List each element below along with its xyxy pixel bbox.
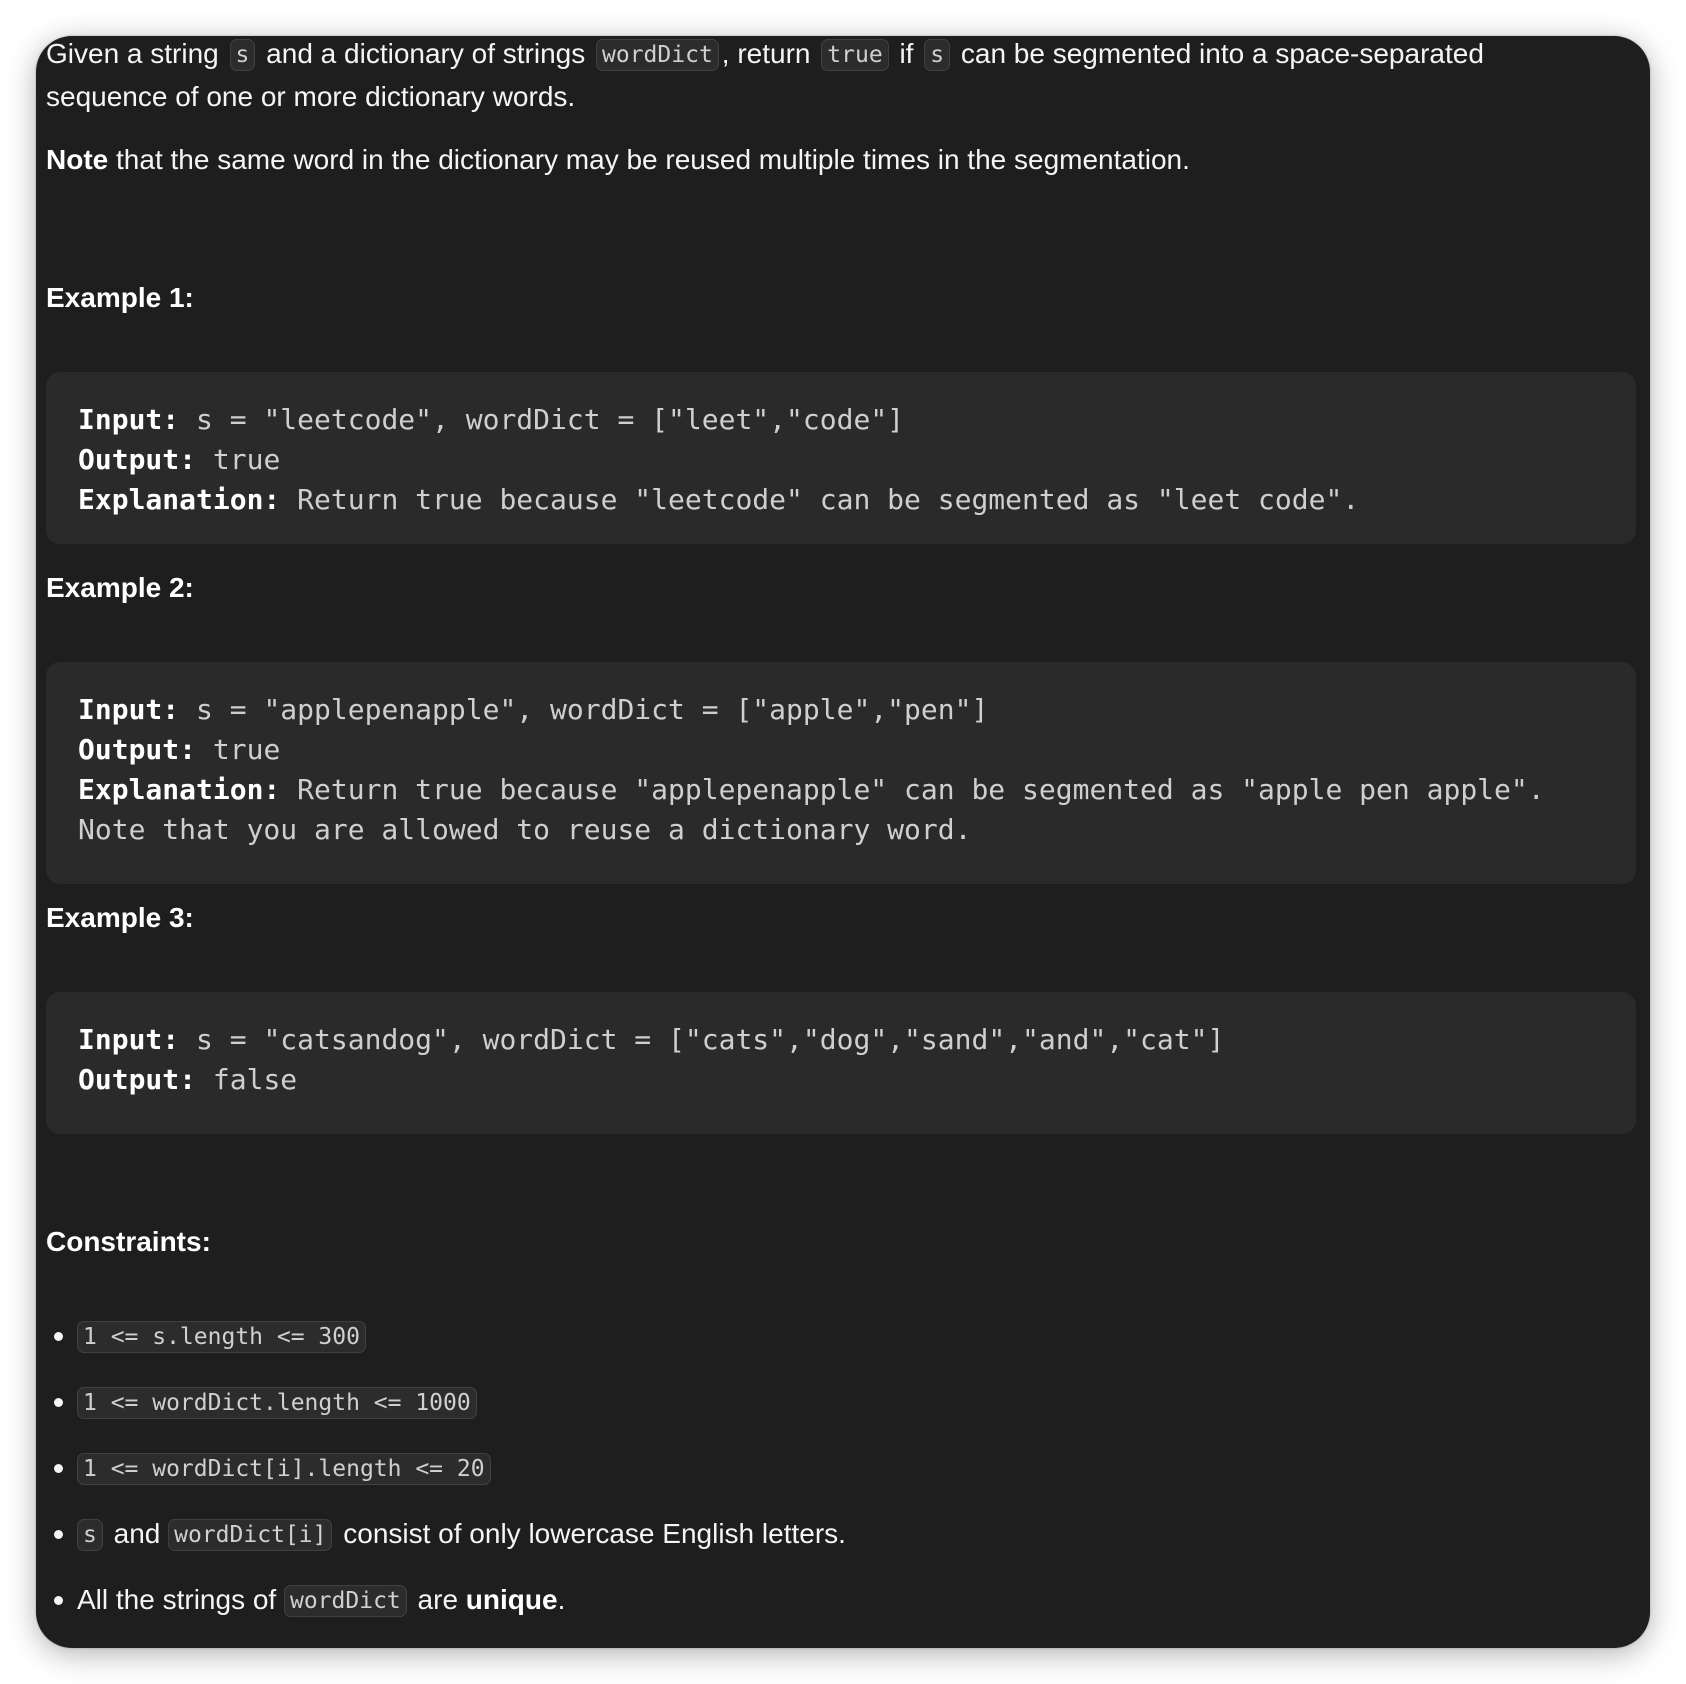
input-label: Input: — [78, 1023, 180, 1056]
bullet-icon — [54, 1530, 63, 1539]
example-2-code-block: Input: s = "applepenapple", wordDict = [… — [46, 662, 1636, 884]
explanation-value: Return true because "applepenapple" can … — [297, 773, 1545, 806]
output-label: Output: — [78, 733, 197, 766]
example-1-heading: Example 1: — [46, 282, 194, 313]
constraint-code: 1 <= wordDict[i].length <= 20 — [77, 1453, 491, 1485]
statement-text: can be segmented into a space-separated — [960, 38, 1484, 69]
problem-description-panel: Given a string s and a dictionary of str… — [36, 36, 1650, 1648]
constraint-code: wordDict[i] — [168, 1519, 333, 1551]
example-output-line: Output: true — [78, 730, 1604, 770]
example-input-line: Input: s = "leetcode", wordDict = ["leet… — [78, 400, 1604, 440]
example-2-heading: Example 2: — [46, 572, 194, 603]
constraint-item: All the strings of wordDict are unique. — [46, 1580, 846, 1620]
constraint-item: 1 <= wordDict.length <= 1000 — [46, 1382, 846, 1422]
constraint-code: 1 <= wordDict.length <= 1000 — [77, 1387, 477, 1419]
constraint-item: 1 <= s.length <= 300 — [46, 1316, 846, 1356]
example-explanation-continuation: Note that you are allowed to reuse a dic… — [78, 813, 972, 846]
example-explanation-line: Explanation: Return true because "leetco… — [78, 480, 1604, 520]
output-value: true — [212, 443, 281, 476]
constraint-text: and — [113, 1518, 161, 1549]
explanation-value: Return true because "leetcode" can be se… — [297, 483, 1360, 516]
statement-text: sequence of one or more dictionary words… — [46, 81, 576, 112]
output-value: false — [212, 1063, 298, 1096]
constraint-text: consist of only lowercase English letter… — [343, 1518, 846, 1549]
note-label: Note — [46, 144, 109, 175]
inline-code-s: s — [924, 39, 951, 71]
example-3-code-block: Input: s = "catsandog", wordDict = ["cat… — [46, 992, 1636, 1134]
input-value: s = "catsandog", wordDict = ["cats","dog… — [196, 1023, 1225, 1056]
constraint-item: s and wordDict[i] consist of only lowerc… — [46, 1514, 846, 1554]
inline-code-true: true — [821, 39, 889, 71]
constraint-text: . — [557, 1584, 566, 1615]
example-output-line: Output: true — [78, 440, 1604, 480]
input-label: Input: — [78, 403, 180, 436]
statement-text: Given a string — [46, 38, 219, 69]
note-paragraph: Note that the same word in the dictionar… — [46, 139, 1190, 181]
example-explanation-line: Explanation: Return true because "applep… — [78, 770, 1604, 810]
constraint-text: are — [417, 1584, 459, 1615]
inline-code-worddict: wordDict — [596, 39, 719, 71]
example-input-line: Input: s = "catsandog", wordDict = ["cat… — [78, 1020, 1604, 1060]
input-label: Input: — [78, 693, 180, 726]
output-label: Output: — [78, 443, 197, 476]
note-text: that the same word in the dictionary may… — [116, 144, 1190, 175]
example-1-code-block: Input: s = "leetcode", wordDict = ["leet… — [46, 372, 1636, 544]
constraints-heading: Constraints: — [46, 1226, 211, 1257]
explanation-label: Explanation: — [78, 483, 281, 516]
input-value: s = "leetcode", wordDict = ["leet","code… — [196, 403, 905, 436]
bullet-icon — [54, 1332, 63, 1341]
example-output-line: Output: false — [78, 1060, 1604, 1100]
explanation-label: Explanation: — [78, 773, 281, 806]
input-value: s = "applepenapple", wordDict = ["apple"… — [196, 693, 989, 726]
statement-text: and a dictionary of strings — [266, 38, 586, 69]
constraint-code: s — [77, 1519, 103, 1551]
statement-text: , return — [721, 38, 811, 69]
example-3-heading: Example 3: — [46, 902, 194, 933]
inline-code-s: s — [229, 39, 256, 71]
constraint-code: wordDict — [283, 1585, 407, 1617]
constraint-emphasis: unique — [465, 1584, 558, 1615]
constraint-code: 1 <= s.length <= 300 — [77, 1321, 366, 1353]
bullet-icon — [54, 1596, 63, 1605]
constraint-text: All the strings of — [77, 1584, 277, 1615]
problem-statement: Given a string s and a dictionary of str… — [46, 36, 1484, 118]
output-label: Output: — [78, 1063, 197, 1096]
bullet-icon — [54, 1464, 63, 1473]
statement-text: if — [899, 38, 914, 69]
constraints-list: 1 <= s.length <= 300 1 <= wordDict.lengt… — [46, 1316, 846, 1620]
constraint-item: 1 <= wordDict[i].length <= 20 — [46, 1448, 846, 1488]
bullet-icon — [54, 1398, 63, 1407]
example-input-line: Input: s = "applepenapple", wordDict = [… — [78, 690, 1604, 730]
output-value: true — [212, 733, 281, 766]
